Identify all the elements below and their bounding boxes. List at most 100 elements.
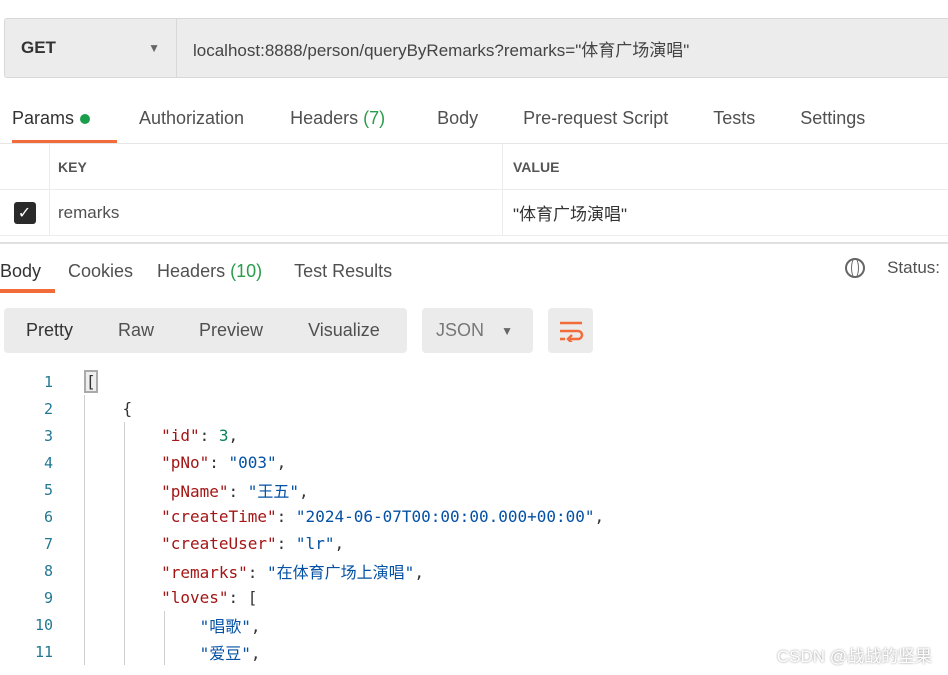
checkbox[interactable]: ✓	[13, 201, 36, 224]
code-line: 3 "id": 3,	[0, 422, 238, 449]
format-select[interactable]: JSON ▼	[422, 308, 533, 353]
tab-test-results[interactable]: Test Results	[294, 253, 392, 293]
wrap-icon	[559, 321, 583, 342]
code-token: "王五"	[247, 481, 300, 501]
code-token: 3	[218, 426, 229, 445]
wrap-lines-button[interactable]	[548, 308, 593, 353]
code-text: [	[84, 370, 98, 393]
line-number: 3	[43, 426, 53, 445]
code-token: "在体育广场上演唱"	[267, 562, 415, 582]
param-key[interactable]: remarks	[50, 190, 503, 235]
code-token: :	[276, 507, 296, 526]
code-text: "唱歌",	[84, 613, 261, 637]
globe-icon[interactable]	[845, 258, 866, 278]
code-text: "pName": "王五",	[84, 478, 309, 502]
tab-authorization[interactable]: Authorization	[139, 100, 244, 144]
code-token: "爱豆"	[199, 643, 251, 663]
tab-pre-request-script[interactable]: Pre-request Script	[523, 100, 668, 144]
code-text: "loves": [	[84, 588, 257, 607]
code-token: ,	[414, 562, 424, 582]
code-line: 7 "createUser": "lr",	[0, 530, 344, 557]
format-label: JSON	[436, 320, 485, 340]
active-dot-icon	[80, 114, 91, 125]
tab-response-headers[interactable]: Headers (10)	[157, 253, 262, 293]
view-raw[interactable]: Raw	[118, 320, 154, 341]
code-token: "loves"	[161, 588, 229, 607]
divider	[0, 242, 948, 244]
view-mode-selector: Pretty Raw Preview Visualize	[4, 308, 407, 353]
key-header: KEY	[50, 144, 503, 189]
tab-params[interactable]: Params	[12, 100, 117, 144]
line-number: 11	[34, 642, 53, 661]
method-label: GET	[21, 38, 56, 57]
params-table: KEY VALUE ✓ remarks "体育广场演唱"	[0, 143, 948, 236]
code-line: 1[	[0, 368, 98, 395]
tab-label: Headers	[157, 261, 226, 281]
code-token: :	[209, 453, 229, 472]
code-token: "createTime"	[161, 507, 277, 526]
code-token: ,	[250, 616, 261, 636]
view-visualize[interactable]: Visualize	[308, 320, 380, 341]
code-token: "remarks"	[161, 562, 248, 582]
line-number: 9	[43, 588, 53, 607]
tab-settings[interactable]: Settings	[800, 100, 865, 144]
response-tabs: Body Cookies Headers (10) Test Results	[0, 253, 392, 293]
code-token: "2024-06-07T00:00:00.000+00:00"	[295, 507, 595, 526]
line-number: 7	[43, 534, 53, 553]
response-body-editor[interactable]: 1[2 {3 "id": 3, 4 "pNo": "003", 5 "pName":…	[0, 368, 604, 665]
tab-tests[interactable]: Tests	[713, 100, 755, 144]
code-line: 6 "createTime": "2024-06-07T00:00:00.000…	[0, 503, 604, 530]
code-text: {	[84, 399, 133, 418]
chevron-down-icon: ▼	[501, 323, 513, 338]
line-number: 4	[43, 453, 53, 472]
code-token: :	[228, 481, 248, 501]
param-value[interactable]: "体育广场演唱"	[503, 200, 627, 225]
code-token: ,	[276, 453, 287, 472]
url-input[interactable]: localhost:8888/person/queryByRemarks?rem…	[177, 36, 689, 61]
code-token: {	[84, 399, 133, 418]
method-select[interactable]: GET ▼	[5, 19, 177, 77]
line-number: 5	[43, 480, 53, 499]
code-token: "pName"	[161, 481, 229, 501]
tab-cookies[interactable]: Cookies	[68, 253, 133, 293]
url-bar: GET ▼ localhost:8888/person/queryByRemark…	[4, 18, 948, 78]
code-line: 8 "remarks": "在体育广场上演唱",	[0, 557, 424, 584]
code-line: 5 "pName": "王五",	[0, 476, 309, 503]
tab-label: Params	[12, 108, 75, 128]
code-token: "createUser"	[161, 534, 277, 553]
code-token: "pNo"	[161, 453, 210, 472]
code-token: "003"	[228, 453, 277, 472]
code-text: "createUser": "lr",	[84, 534, 344, 553]
chevron-down-icon: ▼	[148, 41, 160, 55]
tab-label: Headers	[290, 108, 359, 128]
code-line: 9 "loves": [	[0, 584, 257, 611]
view-pretty[interactable]: Pretty	[26, 320, 73, 341]
code-token: "lr"	[295, 534, 335, 553]
status-area: Status:	[845, 258, 940, 278]
line-number: 6	[43, 507, 53, 526]
code-text: "createTime": "2024-06-07T00:00:00.000+0…	[84, 507, 604, 526]
line-number: 8	[43, 561, 53, 580]
code-line: 11 "爱豆",	[0, 638, 261, 665]
tab-headers[interactable]: Headers (7)	[290, 100, 385, 144]
code-line: 2 {	[0, 395, 132, 422]
code-token: ,	[250, 643, 261, 663]
code-token: ,	[334, 534, 345, 553]
params-header-row: KEY VALUE	[0, 144, 948, 190]
view-preview[interactable]: Preview	[199, 320, 263, 341]
line-number: 2	[43, 399, 53, 418]
code-line: 4 "pNo": "003",	[0, 449, 286, 476]
tab-response-body[interactable]: Body	[0, 253, 55, 293]
tab-body[interactable]: Body	[437, 100, 478, 144]
value-header: VALUE	[513, 158, 560, 175]
code-token: :	[247, 562, 268, 582]
status-label: Status:	[887, 258, 940, 277]
